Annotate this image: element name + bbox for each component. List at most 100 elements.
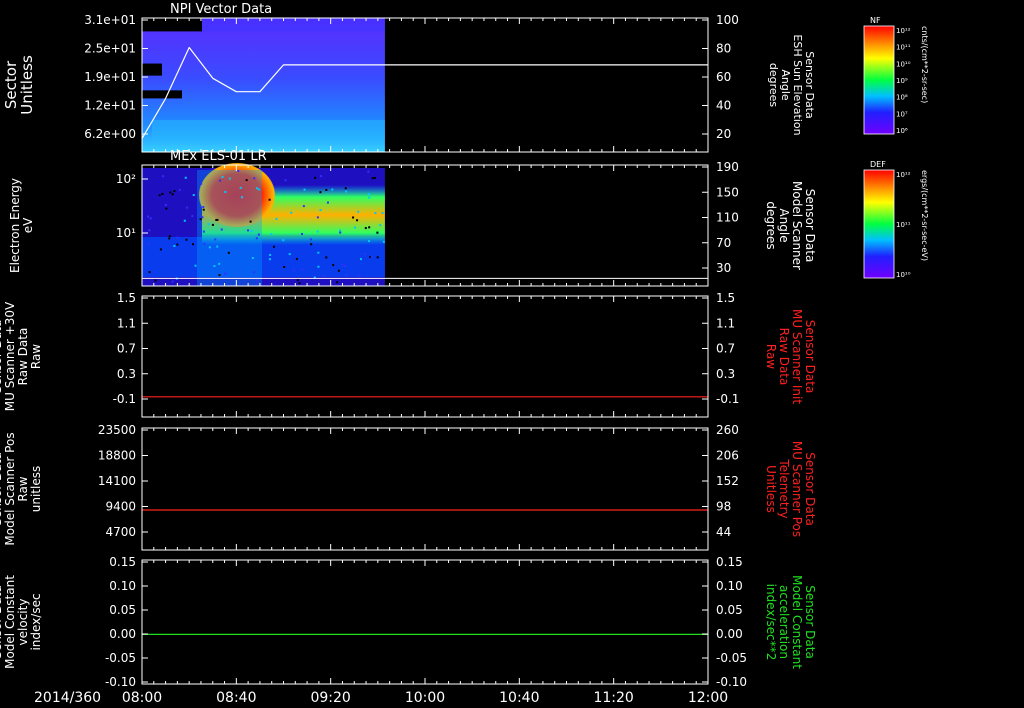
right-axis-label-line: Sensor Data <box>803 585 817 659</box>
spectrogram-pixel <box>256 237 258 239</box>
right-tick-label: -0.1 <box>716 392 739 406</box>
spectrogram-pixel <box>317 252 319 254</box>
spectrogram-pixel <box>301 268 303 270</box>
spectrogram-pixel <box>357 211 359 213</box>
panel-4: 23500 18800 14100 9400 4700 260 206 152 98 44 Sens… <box>0 423 817 550</box>
spectrogram-pixel <box>169 235 171 237</box>
date-label: 2014/360 <box>34 690 101 706</box>
spectrogram-pixel <box>241 196 243 198</box>
spectrogram-pixel <box>192 243 194 245</box>
left-tick-label: 18800 <box>98 449 136 463</box>
spectrogram-pixel <box>159 194 161 196</box>
left-axis-label-line: Model Constant <box>3 575 17 669</box>
left-axis-label-line: unitless <box>29 466 43 512</box>
spectrogram-pixel <box>374 177 376 179</box>
spectrogram-pixel <box>186 207 188 209</box>
left-tick-label: 0.10 <box>109 579 136 593</box>
time-tick-label: 08:00 <box>122 690 162 706</box>
right-tick-label: 0.15 <box>716 555 743 569</box>
spectrogram-pixel <box>165 208 167 210</box>
spectrogram-pixel <box>218 263 220 265</box>
left-tick-label: 1.9e+01 <box>84 70 136 84</box>
spectrogram-pixel <box>270 233 272 235</box>
colorbar-gradient <box>864 26 894 134</box>
spectrogram-pixel <box>174 190 176 192</box>
right-axis-label-line: Raw <box>764 344 778 369</box>
spectrogram-pixel <box>372 177 374 179</box>
spectrogram-pixel <box>354 227 356 229</box>
left-axis-label: Sensor Data Model Constant velocity index/s… <box>0 575 43 669</box>
colorbar-units-text: cnts/(cm**2-sr-sec) <box>920 26 929 103</box>
right-tick-label: 150 <box>716 185 739 199</box>
right-axis-label-line: Sensor Data <box>803 320 817 394</box>
left-tick-label: 2.5e+01 <box>84 42 136 56</box>
spectrogram-pixel <box>379 224 381 226</box>
left-tick-label: 1.5 <box>117 291 136 305</box>
spectrogram-pixel <box>222 176 224 178</box>
left-axis-label: Electron Energy eV <box>8 178 35 273</box>
spectrogram-pixel <box>320 175 322 177</box>
right-tick-label: 30 <box>716 261 731 275</box>
spectrogram-band <box>152 120 385 141</box>
spectrogram-pixel <box>359 274 361 276</box>
spectrogram-pixel <box>228 252 230 254</box>
colorbar-def: DEF10¹²10¹¹10¹⁰ergs/(cm**2-sr-sec-eV) <box>864 160 929 279</box>
spectrogram-pixel <box>325 189 327 191</box>
spectrogram-pixel <box>256 281 258 283</box>
spectrogram-pixel <box>327 202 329 204</box>
right-axis-label: Sensor DataMU Scanner PosTelemetryUnitle… <box>764 441 817 537</box>
spectrogram-pixel <box>246 179 248 181</box>
spectrogram-pixel <box>251 230 253 232</box>
left-tick-label: -0.1 <box>113 392 136 406</box>
left-tick-label: 14100 <box>98 474 136 488</box>
spectrogram-pixel <box>203 243 205 245</box>
spectrogram-pixel <box>184 220 186 222</box>
spectrogram-pixel <box>368 197 370 199</box>
spectrogram-pixel <box>201 216 203 218</box>
left-tick-label: 3.1e+01 <box>84 13 136 27</box>
spectrogram-pixel <box>258 234 260 236</box>
spectrogram-pixel <box>173 245 175 247</box>
spectrogram-pixel <box>331 189 333 191</box>
right-axis-label-line: Sensor Data <box>803 452 817 526</box>
spectrogram-pixel <box>303 205 305 207</box>
right-tick-label: -0.05 <box>716 651 747 665</box>
colorbar-tick-label: 10⁷ <box>896 110 908 118</box>
left-tick-label: -0.10 <box>105 675 136 689</box>
left-axis-label-line: Raw Data <box>16 328 30 386</box>
right-tick-label: -0.10 <box>716 675 747 689</box>
spectrogram-els <box>142 163 385 286</box>
spectrogram-pixel <box>282 239 284 241</box>
right-tick-label: 0.05 <box>716 603 743 617</box>
colorbar-tick-label: 10¹² <box>896 171 911 179</box>
right-axis-label-line: Raw Data <box>777 328 791 386</box>
spectrogram-pixel <box>371 256 373 258</box>
colorbar-tick-label: 10¹⁰ <box>896 271 911 279</box>
colorbar-tick-label: 10⁶ <box>896 127 908 135</box>
right-tick-label: 1.5 <box>716 291 735 305</box>
spectrogram-pixel <box>368 240 370 242</box>
right-axis-label-line: degrees <box>764 201 778 249</box>
left-axis-label-line: index/sec <box>29 593 43 650</box>
left-tick-label: 4700 <box>105 525 136 539</box>
spectrogram-pixel <box>360 258 362 260</box>
right-axis-label-line: Sensor Data <box>803 189 817 263</box>
spectrogram-pixel <box>160 248 162 250</box>
colorbar-units: cnts/(cm**2-sr-sec) <box>920 26 929 103</box>
spectrogram-pixel <box>185 239 187 241</box>
left-axis-label-line: eV <box>21 217 35 233</box>
spectrogram-pixel <box>367 171 369 173</box>
left-axis-label-line: Electron Energy <box>8 178 22 273</box>
spectrogram-pixel <box>285 179 287 181</box>
spectrogram-pixel <box>376 232 378 234</box>
spectrogram-pixel <box>317 216 319 218</box>
spectrogram-pixel <box>273 246 275 248</box>
plot-frame <box>142 296 708 417</box>
spectrogram-pixel <box>209 246 211 248</box>
right-axis-label-line: MU Scanner Pos <box>790 441 804 537</box>
spectrogram-pixel <box>314 177 316 179</box>
spectrogram-pixel <box>224 191 226 193</box>
time-tick-label: 12:00 <box>688 690 728 706</box>
right-axis-label: Sensor DataESH Sun ElevationAngledegrees <box>767 34 816 135</box>
time-tick-label: 11:20 <box>593 690 633 706</box>
